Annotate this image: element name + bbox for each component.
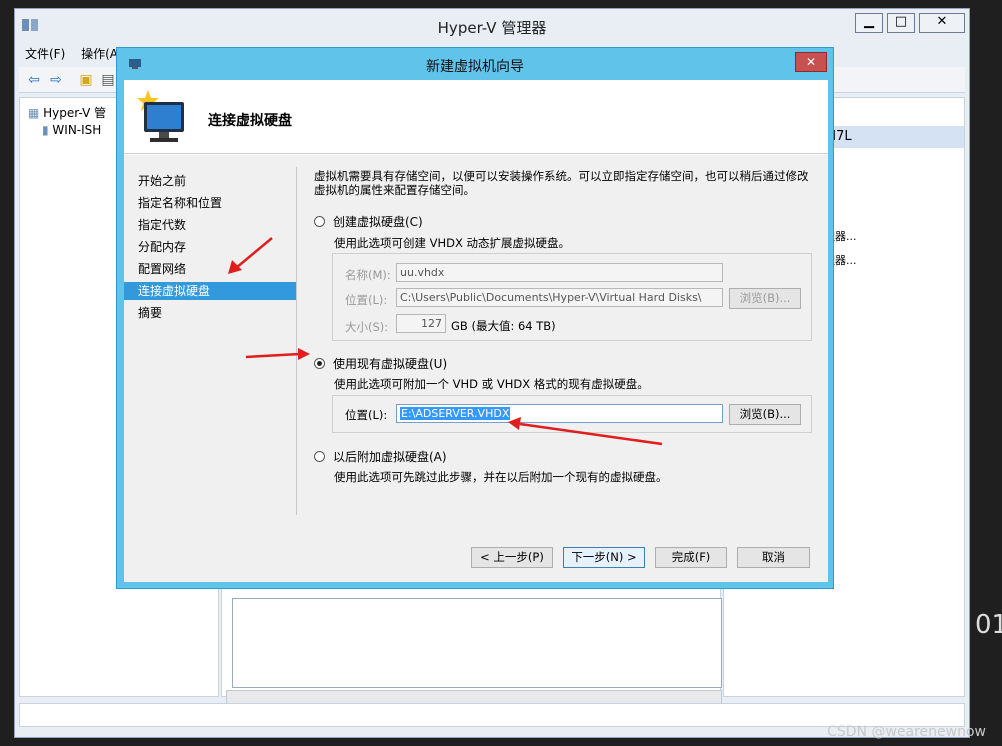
maximize-button[interactable]: □ (887, 13, 915, 33)
menu-file[interactable]: 文件(F) (25, 47, 65, 61)
watermark: CSDN @wearenewnow (827, 724, 986, 740)
menu-bar: 文件(F) 操作(A) (19, 45, 129, 65)
existing-browse-button[interactable]: 浏览(B)... (729, 404, 801, 425)
step-name-location[interactable]: 指定名称和位置 (124, 194, 296, 212)
page-title: 连接虚拟硬盘 (208, 113, 292, 129)
existing-vhd-group: 位置(L): E:\ADSERVER.VHDX 浏览(B)... (332, 395, 812, 433)
create-location-label: 位置(L): (345, 293, 388, 307)
radio-create-vhd-indicator[interactable] (314, 216, 325, 227)
step-memory[interactable]: 分配内存 (124, 238, 296, 256)
create-size-input[interactable]: 127 (396, 314, 446, 333)
radio-create-vhd[interactable]: 创建虚拟硬盘(C) (314, 213, 423, 230)
create-size-label: 大小(S): (345, 320, 389, 334)
new-vm-wizard-dialog: 新建虚拟机向导 ✕ 连接虚拟硬盘 开始之前 指定名称和位置 指定代数 分配内存 … (116, 47, 834, 589)
radio-create-vhd-label: 创建虚拟硬盘(C) (333, 215, 423, 229)
step-generation[interactable]: 指定代数 (124, 216, 296, 234)
radio-use-existing-vhd[interactable]: 使用现有虚拟硬盘(U) (314, 355, 447, 372)
existing-location-value: E:\ADSERVER.VHDX (400, 407, 511, 420)
existing-location-label: 位置(L): (345, 408, 388, 422)
background-side-text: 012 (975, 610, 1002, 640)
create-location-input[interactable]: C:\Users\Public\Documents\Hyper-V\Virtua… (396, 288, 723, 307)
create-name-input[interactable]: uu.vhdx (396, 263, 723, 282)
radio-attach-later[interactable]: 以后附加虚拟硬盘(A) (314, 448, 447, 465)
virtual-machine-monitor-icon (137, 90, 184, 142)
horizontal-scrollbar[interactable] (226, 690, 722, 704)
create-browse-button[interactable]: 浏览(B)... (729, 288, 801, 309)
steps-divider (296, 167, 297, 515)
cancel-button[interactable]: 取消 (737, 547, 810, 568)
radio-attach-later-label: 以后附加虚拟硬盘(A) (333, 450, 447, 464)
console-tree-icon[interactable]: ▤ (99, 71, 117, 89)
tree-item-server[interactable]: ▮ WIN-ISH (42, 123, 101, 137)
details-pane (232, 598, 722, 688)
minimize-button[interactable]: ▁ (855, 13, 883, 33)
finish-button[interactable]: 完成(F) (655, 547, 727, 568)
wizard-close-button[interactable]: ✕ (795, 52, 827, 72)
step-connect-vhd[interactable]: 连接虚拟硬盘 (124, 282, 296, 300)
wizard-title: 新建虚拟机向导 (426, 59, 524, 75)
wizard-body: 连接虚拟硬盘 开始之前 指定名称和位置 指定代数 分配内存 配置网络 连接虚拟硬… (124, 80, 828, 582)
previous-button[interactable]: < 上一步(P) (471, 547, 553, 568)
create-name-label: 名称(M): (345, 268, 391, 282)
status-bar (19, 703, 965, 727)
create-size-unit: GB (最大值: 64 TB) (451, 319, 556, 333)
attach-later-description: 使用此选项可先跳过此步骤，并在以后附加一个现有的虚拟硬盘。 (334, 470, 668, 484)
forward-arrow-icon[interactable]: ⇨ (47, 71, 65, 89)
back-arrow-icon[interactable]: ⇦ (25, 71, 43, 89)
existing-vhd-description: 使用此选项可附加一个 VHD 或 VHDX 格式的现有虚拟硬盘。 (334, 377, 649, 391)
folder-up-icon[interactable]: ▣ (77, 71, 95, 89)
hyperv-window-title: Hyper-V 管理器 (437, 19, 547, 37)
page-description: 虚拟机需要具有存储空间，以便可以安装操作系统。可以立即指定存储空间，也可以稍后通… (314, 169, 809, 197)
tree-item-hyperv-manager[interactable]: ▦ Hyper-V 管 (28, 104, 106, 121)
radio-use-existing-vhd-indicator[interactable] (314, 358, 325, 369)
radio-attach-later-indicator[interactable] (314, 451, 325, 462)
existing-location-input[interactable]: E:\ADSERVER.VHDX (396, 404, 723, 423)
hyperv-node-icon: ▦ (28, 106, 44, 120)
wizard-header: 连接虚拟硬盘 (124, 80, 828, 154)
wizard-steps: 开始之前 指定名称和位置 指定代数 分配内存 配置网络 连接虚拟硬盘 摘要 (124, 155, 300, 515)
create-vhd-group: 名称(M): uu.vhdx 位置(L): C:\Users\Public\Do… (332, 253, 812, 341)
create-vhd-description: 使用此选项可创建 VHDX 动态扩展虚拟硬盘。 (334, 236, 571, 250)
close-window-button[interactable]: ✕ (919, 13, 965, 33)
step-before-you-begin[interactable]: 开始之前 (124, 172, 296, 190)
server-icon: ▮ (42, 123, 53, 137)
step-networking[interactable]: 配置网络 (124, 260, 296, 278)
step-summary[interactable]: 摘要 (124, 304, 296, 322)
hyperv-title-bar: Hyper-V 管理器 ▁ □ ✕ (15, 9, 969, 41)
wizard-content: 开始之前 指定名称和位置 指定代数 分配内存 配置网络 连接虚拟硬盘 摘要 虚拟… (124, 155, 828, 582)
next-button[interactable]: 下一步(N) > (563, 547, 645, 568)
radio-use-existing-vhd-label: 使用现有虚拟硬盘(U) (333, 357, 448, 371)
